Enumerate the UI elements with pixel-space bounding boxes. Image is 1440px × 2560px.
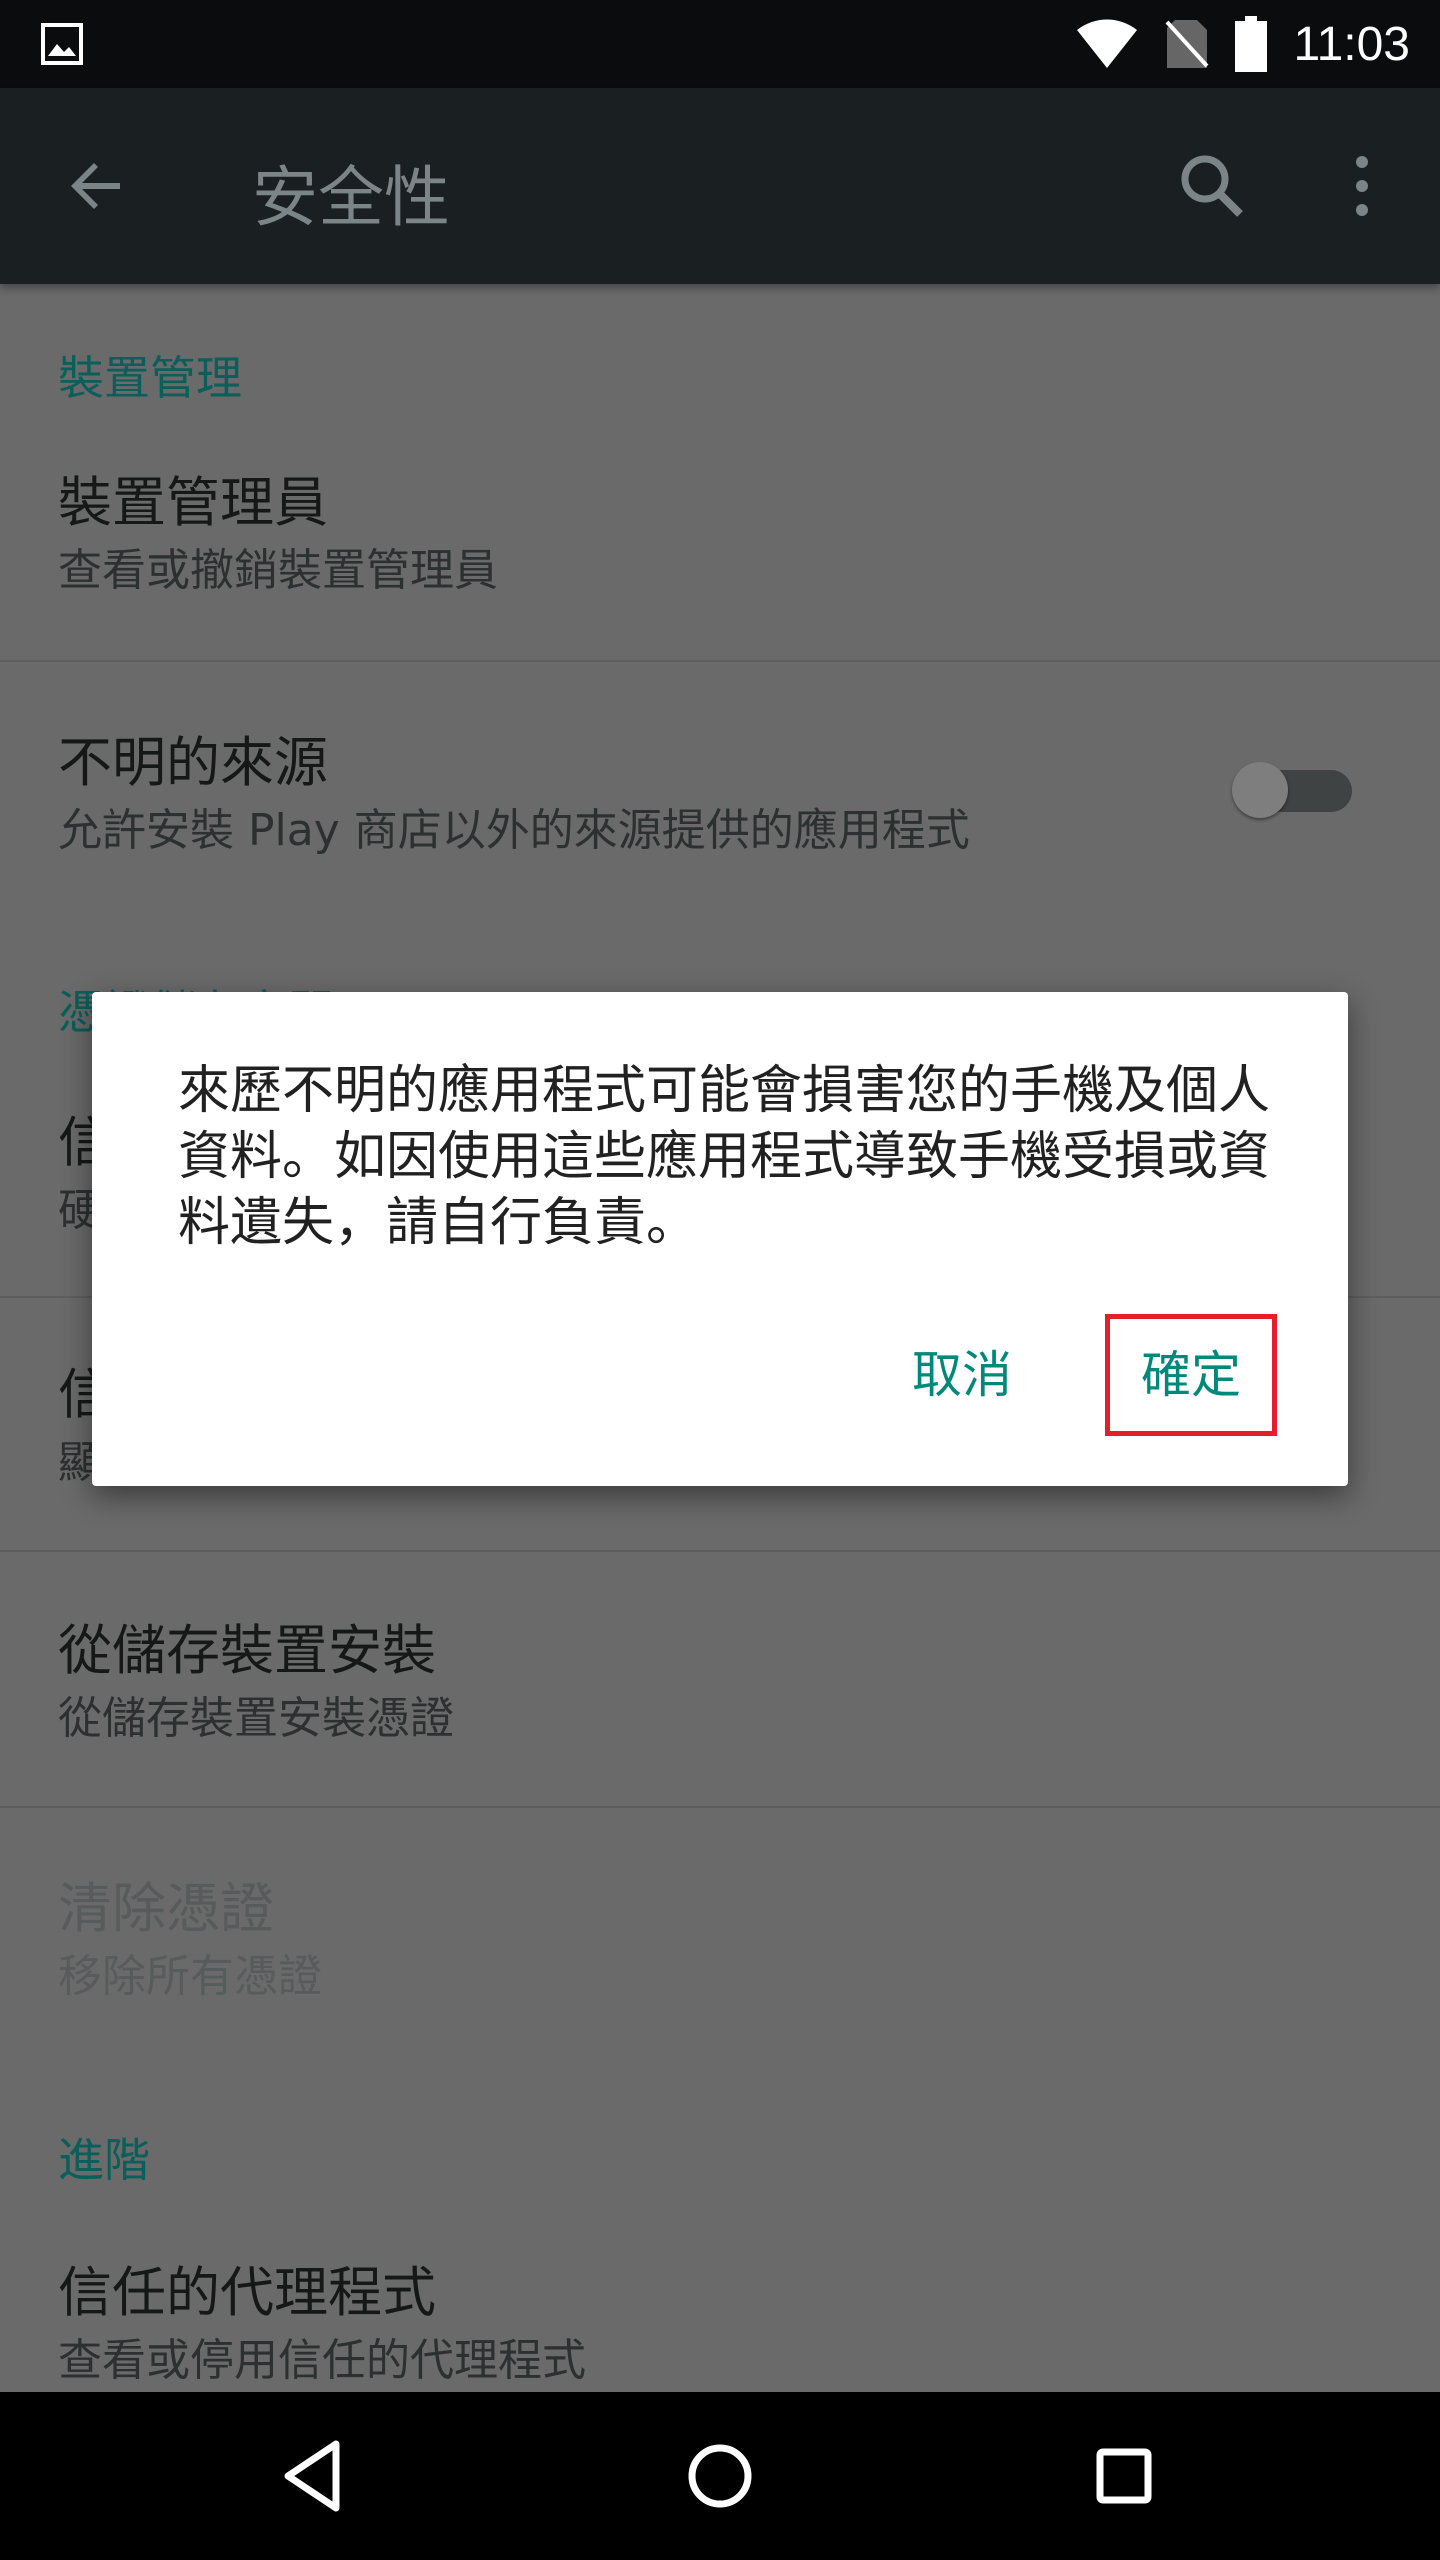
app-bar: 安全性 [0,88,1440,284]
divider [0,1550,1440,1552]
list-item-install-from-storage[interactable]: 從儲存裝置安裝 從儲存裝置安裝憑證 [0,1602,1440,1792]
cancel-button[interactable]: 取消 [892,1340,1032,1410]
item-title: 清除憑證 [58,1877,274,1940]
item-subtitle: 從儲存裝置安裝憑證 [58,1693,454,1744]
item-subtitle: 查看或撤銷裝置管理員 [58,545,498,596]
item-subtitle: 允許安裝 Play 商店以外的來源提供的應用程式 [58,805,970,856]
item-title: 從儲存裝置安裝 [58,1619,436,1682]
back-triangle-icon[interactable] [272,2432,360,2520]
status-bar: 11:03 [0,0,1440,88]
unknown-sources-toggle[interactable] [1232,762,1352,818]
section-header-device-admin: 裝置管理 [58,351,242,405]
item-title: 信任的代理程式 [58,2261,436,2324]
more-vert-icon[interactable] [1326,150,1398,222]
status-time: 11:03 [1293,17,1410,71]
recents-square-icon[interactable] [1080,2432,1168,2520]
home-circle-icon[interactable] [676,2432,764,2520]
toggle-thumb [1232,762,1288,818]
list-item-clear-credentials: 清除憑證 移除所有憑證 [0,1860,1440,2050]
item-title: 不明的來源 [58,731,328,794]
battery-icon [1235,16,1268,72]
list-item-unknown-sources[interactable]: 不明的來源 允許安裝 Play 商店以外的來源提供的應用程式 [0,714,1440,904]
list-item-trust-agents[interactable]: 信任的代理程式 查看或停用信任的代理程式 [0,2244,1440,2392]
wifi-icon [1077,19,1138,68]
ok-button[interactable]: 確定 [1105,1314,1277,1436]
item-title: 裝置管理員 [58,471,328,534]
item-subtitle: 移除所有憑證 [58,1951,322,2002]
no-sim-icon [1165,20,1209,68]
divider [0,660,1440,662]
warning-dialog: 來歷不明的應用程式可能會損害您的手機及個人資料。如因使用這些應用程式導致手機受損… [92,992,1348,1486]
page-title: 安全性 [252,159,450,236]
divider [0,1806,1440,1808]
image-notification-icon [41,23,83,65]
section-header-advanced: 進階 [58,2133,150,2187]
back-arrow-icon[interactable] [60,150,132,222]
search-icon[interactable] [1176,150,1248,222]
list-item-device-admins[interactable]: 裝置管理員 查看或撤銷裝置管理員 [0,454,1440,644]
dialog-message: 來歷不明的應用程式可能會損害您的手機及個人資料。如因使用這些應用程式導致手機受損… [178,1061,1271,1253]
navigation-bar [0,2392,1440,2560]
item-subtitle: 查看或停用信任的代理程式 [58,2335,586,2386]
